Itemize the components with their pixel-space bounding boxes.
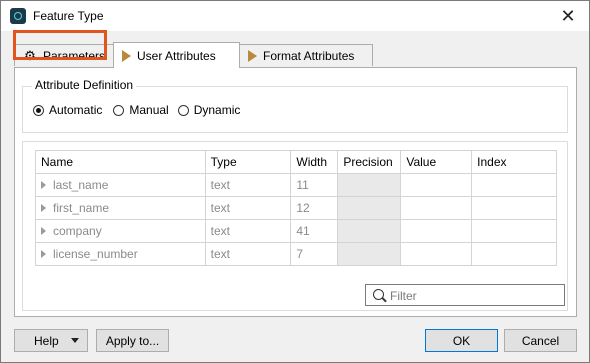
attributes-table: Name Type Width Precision Value Index la… <box>35 150 557 266</box>
radio-label: Manual <box>129 103 169 117</box>
cell-type: text <box>204 242 292 266</box>
cell-value <box>400 219 473 243</box>
attribute-name: company <box>53 224 102 238</box>
radio-manual[interactable]: Manual <box>113 103 169 117</box>
cell-precision <box>337 242 402 266</box>
app-icon <box>10 8 26 24</box>
ok-button[interactable]: OK <box>425 329 498 352</box>
attribute-name: license_number <box>53 247 138 261</box>
expand-icon[interactable] <box>41 204 46 212</box>
cell-index <box>471 173 557 197</box>
tab-user-attributes[interactable]: User Attributes <box>113 42 240 68</box>
table-row[interactable]: license_number text 7 <box>35 242 557 266</box>
arrow-icon <box>248 49 257 62</box>
help-label: Help <box>34 333 59 348</box>
table-row[interactable]: company text 41 <box>35 219 557 243</box>
arrow-icon <box>122 49 131 62</box>
cell-type: text <box>204 173 292 197</box>
column-header-index[interactable]: Index <box>471 150 557 174</box>
filter-placeholder: Filter <box>390 289 417 303</box>
expand-icon[interactable] <box>41 181 46 189</box>
tab-label: User Attributes <box>137 48 216 63</box>
cell-index <box>471 219 557 243</box>
cell-precision <box>337 196 402 220</box>
chevron-down-icon[interactable] <box>71 338 79 343</box>
cell-name: last_name <box>35 173 206 197</box>
feature-type-dialog: Feature Type ✕ ⚙ Parameters User Attribu… <box>0 0 590 363</box>
cell-type: text <box>204 196 292 220</box>
cell-type: text <box>204 219 292 243</box>
radio-automatic[interactable]: Automatic <box>33 103 102 117</box>
cell-value <box>400 196 473 220</box>
automatic-highlight-box <box>13 30 107 60</box>
attributes-table-area: Name Type Width Precision Value Index la… <box>22 141 568 311</box>
tab-label: Format Attributes <box>263 48 355 63</box>
search-icon <box>373 289 384 300</box>
cell-precision <box>337 219 402 243</box>
cell-name: company <box>35 219 206 243</box>
table-row[interactable]: first_name text 12 <box>35 196 557 220</box>
radio-label: Automatic <box>49 103 103 117</box>
apply-to-button[interactable]: Apply to... <box>96 329 169 352</box>
radio-label: Dynamic <box>193 103 241 117</box>
expand-icon[interactable] <box>41 250 46 258</box>
radio-selected-icon <box>33 104 44 116</box>
cell-index <box>471 242 557 266</box>
attribute-name: last_name <box>53 178 109 192</box>
cancel-button[interactable]: Cancel <box>504 329 577 352</box>
cell-name: license_number <box>35 242 206 266</box>
apply-to-label: Apply to... <box>105 333 160 348</box>
cell-index <box>471 196 557 220</box>
column-header-value[interactable]: Value <box>400 150 473 174</box>
help-button[interactable]: Help <box>14 329 88 352</box>
group-label: Attribute Definition <box>32 78 137 92</box>
close-icon[interactable]: ✕ <box>555 4 581 28</box>
cell-precision <box>337 173 402 197</box>
cell-width: 41 <box>290 219 339 243</box>
table-row[interactable]: last_name text 11 <box>35 173 557 197</box>
window-title: Feature Type <box>33 9 104 23</box>
cell-width: 7 <box>290 242 339 266</box>
filter-input[interactable]: Filter <box>365 284 565 306</box>
cell-width: 11 <box>290 173 339 197</box>
user-attributes-panel: Attribute Definition Automatic Manual Dy… <box>14 67 577 317</box>
column-header-type[interactable]: Type <box>204 150 292 174</box>
radio-icon <box>113 104 125 116</box>
column-header-precision[interactable]: Precision <box>337 150 402 174</box>
ok-label: OK <box>452 333 471 348</box>
radio-icon <box>177 104 189 116</box>
attribute-definition-group: Attribute Definition Automatic Manual Dy… <box>22 78 568 133</box>
cancel-label: Cancel <box>521 333 560 348</box>
column-header-name[interactable]: Name <box>35 150 206 174</box>
title-bar: Feature Type ✕ <box>1 1 589 31</box>
cell-value <box>400 173 473 197</box>
table-header-row: Name Type Width Precision Value Index <box>35 150 557 174</box>
expand-icon[interactable] <box>41 227 46 235</box>
radio-dynamic[interactable]: Dynamic <box>177 103 241 117</box>
tab-format-attributes[interactable]: Format Attributes <box>239 44 373 66</box>
cell-value <box>400 242 473 266</box>
attribute-name: first_name <box>53 201 110 215</box>
column-header-width[interactable]: Width <box>290 150 339 174</box>
cell-width: 12 <box>290 196 339 220</box>
cell-name: first_name <box>35 196 206 220</box>
